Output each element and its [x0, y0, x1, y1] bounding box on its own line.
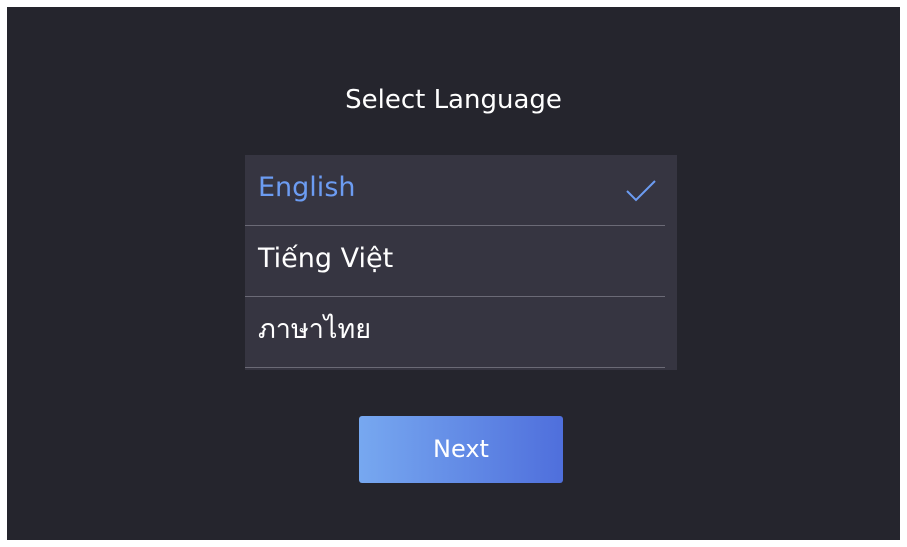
language-list: English Tiếng Việt ภาษาไทย	[245, 155, 677, 370]
language-option-vietnamese[interactable]: Tiếng Việt	[245, 226, 665, 297]
check-icon	[626, 180, 656, 202]
language-label: Tiếng Việt	[258, 243, 394, 274]
next-button[interactable]: Next	[359, 416, 563, 483]
language-option-english[interactable]: English	[245, 155, 665, 226]
language-option-thai[interactable]: ภาษาไทย	[245, 297, 665, 368]
language-label: English	[258, 172, 356, 203]
language-label: ภาษาไทย	[258, 314, 372, 345]
page-title: Select Language	[345, 85, 562, 115]
